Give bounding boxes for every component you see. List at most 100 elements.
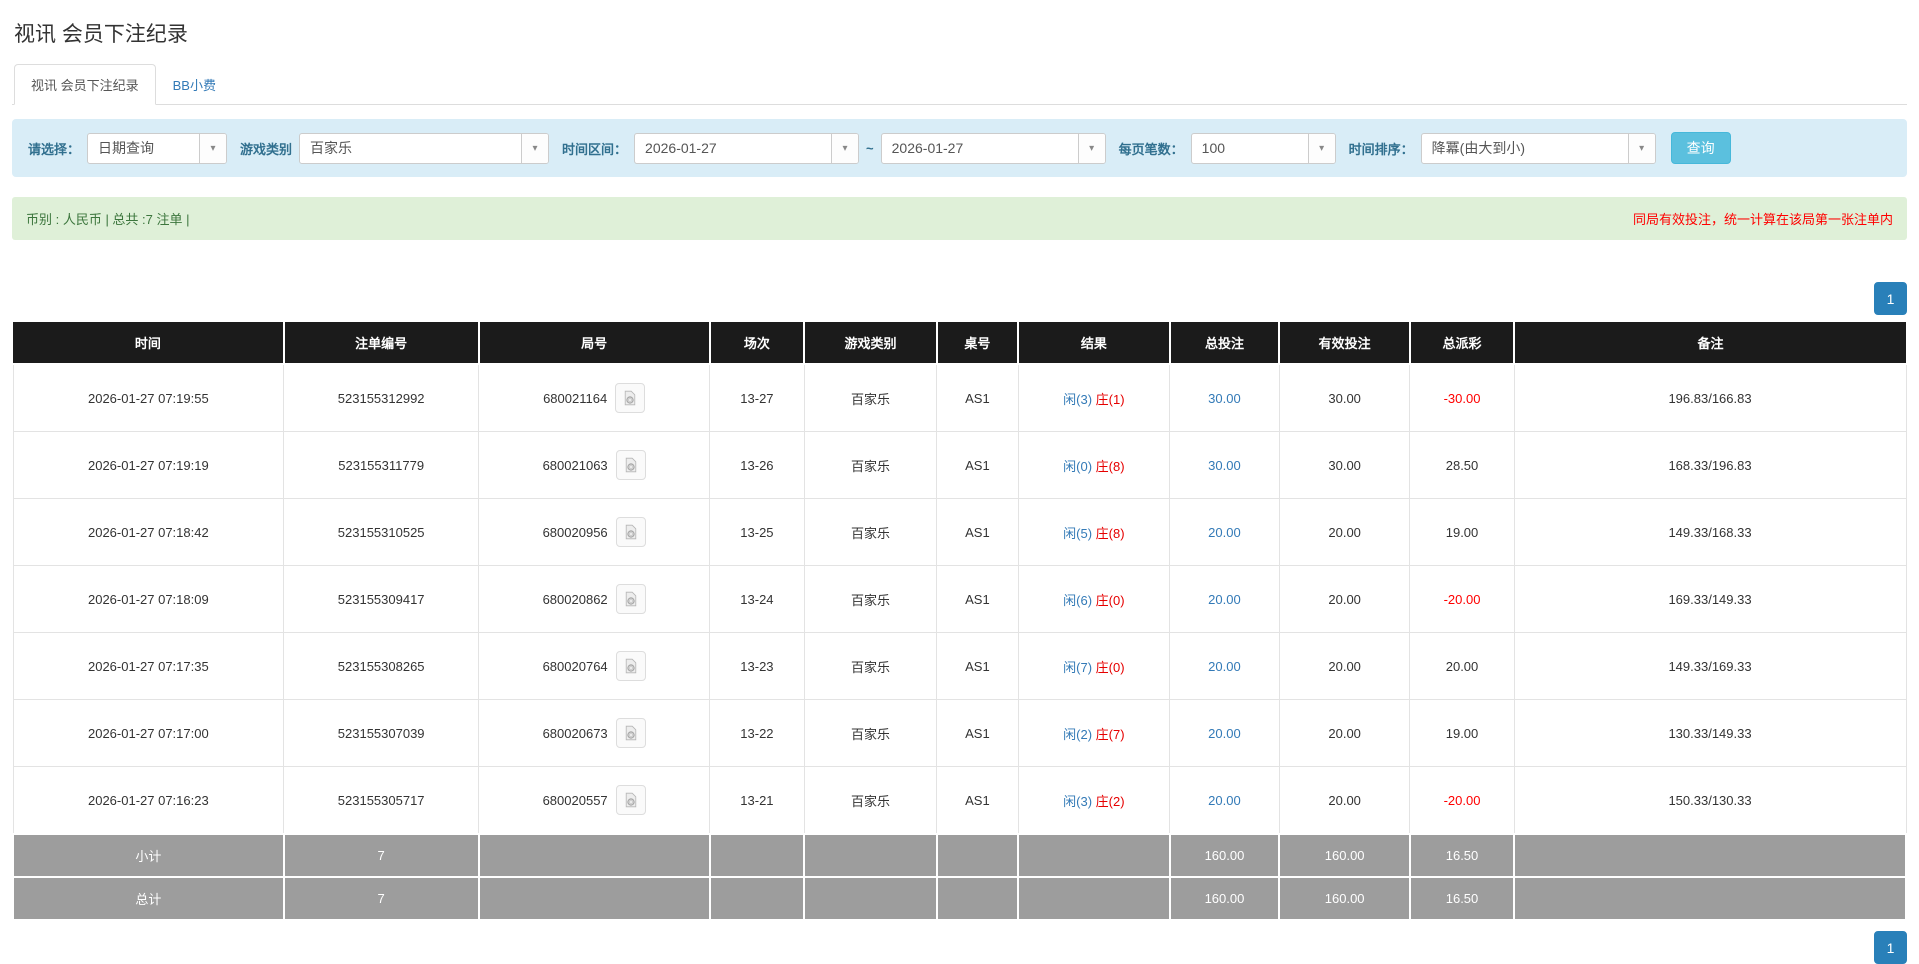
time-sort-select[interactable]: 降冪(由大到小) ▾ xyxy=(1420,132,1656,164)
sum-label: 总计 xyxy=(12,876,285,921)
video-replay-button[interactable] xyxy=(615,450,646,480)
search-button[interactable]: 查询 xyxy=(1670,132,1731,164)
summary-bar: 币别 : 人民币 | 总共 :7 注单 | 同局有效投注，统一计算在该局第一张注… xyxy=(12,197,1907,240)
cell-total-bet[interactable]: 30.00 xyxy=(1169,431,1280,499)
video-file-icon xyxy=(623,792,639,808)
video-replay-button[interactable] xyxy=(615,785,646,815)
pagination-top: 1 xyxy=(12,282,1907,315)
cell-bet-id: 523155312992 xyxy=(283,363,480,432)
table-row: 2026-01-27 07:19:55 523155312992 6800211… xyxy=(12,363,1907,432)
cell-valid-bet: 30.00 xyxy=(1278,363,1411,432)
col-total-bet: 总投注 xyxy=(1168,322,1281,365)
cell-session: 13-26 xyxy=(709,431,805,499)
cell-payout: 19.00 xyxy=(1409,498,1515,566)
cell-session: 13-27 xyxy=(709,363,805,432)
cell-remark: 150.33/130.33 xyxy=(1513,766,1907,835)
sum-empty-cell xyxy=(935,876,1020,921)
col-payout: 总派彩 xyxy=(1408,322,1516,365)
sum-empty-cell xyxy=(708,876,806,921)
page-1-button[interactable]: 1 xyxy=(1874,931,1907,964)
page-size-value: 100 xyxy=(1201,140,1226,156)
sum-empty-cell xyxy=(935,833,1020,878)
result-banker: 庄(8) xyxy=(1095,458,1125,474)
cell-table-no: AS1 xyxy=(936,699,1019,767)
game-type-value: 百家乐 xyxy=(310,140,353,156)
cell-bet-id: 523155308265 xyxy=(283,632,480,700)
date-from-value: 2026-01-27 xyxy=(645,140,717,156)
cell-table-no: AS1 xyxy=(936,565,1019,633)
video-replay-button[interactable] xyxy=(615,383,646,413)
video-replay-button[interactable] xyxy=(615,718,646,748)
result-banker: 庄(7) xyxy=(1095,726,1125,742)
round-id-text: 680020557 xyxy=(542,792,608,808)
chevron-down-icon: ▾ xyxy=(521,133,549,163)
result-player: 闲(3) xyxy=(1063,391,1093,407)
cell-total-bet[interactable]: 20.00 xyxy=(1169,565,1280,633)
cell-table-no: AS1 xyxy=(936,431,1019,499)
page-size-label: 每页笔数： xyxy=(1118,141,1184,157)
video-replay-button[interactable] xyxy=(615,651,646,681)
game-type-select[interactable]: 百家乐 ▾ xyxy=(299,132,550,164)
col-bet-id: 注单编号 xyxy=(282,322,480,365)
sum-valid-bet: 160.00 xyxy=(1278,833,1411,878)
tab-bar: 视讯 会员下注纪录 BB小费 xyxy=(12,64,1907,105)
tab-betting-records[interactable]: 视讯 会员下注纪录 xyxy=(14,64,156,105)
cell-session: 13-22 xyxy=(709,699,805,767)
date-from-select[interactable]: 2026-01-27 ▾ xyxy=(634,132,860,164)
cell-round-id: 680021164 xyxy=(478,363,711,432)
sum-valid-bet: 160.00 xyxy=(1278,876,1411,921)
cell-game-type: 百家乐 xyxy=(803,363,938,432)
query-type-select[interactable]: 日期查询 ▾ xyxy=(87,132,228,164)
date-to-select[interactable]: 2026-01-27 ▾ xyxy=(880,132,1106,164)
cell-remark: 149.33/169.33 xyxy=(1513,632,1907,700)
sum-label: 小计 xyxy=(12,833,285,878)
subtotal-row: 小计 7 160.00 160.00 16.50 xyxy=(12,833,1907,878)
table-row: 2026-01-27 07:18:09 523155309417 6800208… xyxy=(12,565,1907,633)
cell-game-type: 百家乐 xyxy=(803,766,938,835)
notice-text: 同局有效投注，统一计算在该局第一张注单内 xyxy=(1632,212,1893,227)
cell-valid-bet: 20.00 xyxy=(1278,699,1411,767)
table-header: 时间 注单编号 局号 场次 游戏类别 桌号 结果 总投注 有效投注 总派彩 备注 xyxy=(13,322,1906,365)
cell-payout: -20.00 xyxy=(1409,766,1515,835)
page-1-button[interactable]: 1 xyxy=(1874,282,1907,315)
video-replay-button[interactable] xyxy=(615,584,646,614)
filter-bar: 请选择： 日期查询 ▾ 游戏类别 百家乐 ▾ 时间区间： 2026-01-27 … xyxy=(12,119,1907,177)
result-player: 闲(3) xyxy=(1063,793,1093,809)
game-type-label: 游戏类别 xyxy=(240,141,293,157)
cell-bet-id: 523155311779 xyxy=(283,431,480,499)
table-row: 2026-01-27 07:16:23 523155305717 6800205… xyxy=(12,766,1907,835)
cell-bet-id: 523155307039 xyxy=(283,699,480,767)
cell-total-bet[interactable]: 20.00 xyxy=(1169,699,1280,767)
select-type-label: 请选择： xyxy=(28,141,81,157)
cell-result: 闲(5) 庄(8) xyxy=(1017,498,1171,566)
cell-payout: 28.50 xyxy=(1409,431,1515,499)
cell-time: 2026-01-27 07:19:19 xyxy=(12,431,285,499)
currency-total-text: 币别 : 人民币 | 总共 :7 注单 | xyxy=(26,212,190,227)
cell-table-no: AS1 xyxy=(936,498,1019,566)
cell-total-bet[interactable]: 20.00 xyxy=(1169,498,1280,566)
sum-empty-cell xyxy=(477,833,711,878)
cell-remark: 149.33/168.33 xyxy=(1513,498,1907,566)
tab-bb-tips[interactable]: BB小费 xyxy=(156,64,233,105)
col-time: 时间 xyxy=(13,322,285,365)
cell-total-bet[interactable]: 20.00 xyxy=(1169,766,1280,835)
round-id-text: 680021063 xyxy=(542,457,608,473)
time-sort-label: 时间排序： xyxy=(1348,141,1414,157)
video-replay-button[interactable] xyxy=(615,517,646,547)
cell-session: 13-25 xyxy=(709,498,805,566)
cell-session: 13-23 xyxy=(709,632,805,700)
cell-game-type: 百家乐 xyxy=(803,498,938,566)
time-sort-value: 降冪(由大到小) xyxy=(1431,140,1525,156)
cell-round-id: 680020557 xyxy=(478,766,711,835)
cell-valid-bet: 20.00 xyxy=(1278,632,1411,700)
page-size-select[interactable]: 100 ▾ xyxy=(1190,132,1336,164)
col-result: 结果 xyxy=(1017,322,1171,365)
cell-result: 闲(2) 庄(7) xyxy=(1017,699,1171,767)
cell-game-type: 百家乐 xyxy=(803,431,938,499)
cell-total-bet[interactable]: 30.00 xyxy=(1169,363,1280,432)
query-type-value: 日期查询 xyxy=(98,140,155,156)
cell-total-bet[interactable]: 20.00 xyxy=(1169,632,1280,700)
chevron-down-icon: ▾ xyxy=(199,133,227,163)
result-player: 闲(7) xyxy=(1063,659,1093,675)
cell-result: 闲(3) 庄(1) xyxy=(1017,363,1171,432)
